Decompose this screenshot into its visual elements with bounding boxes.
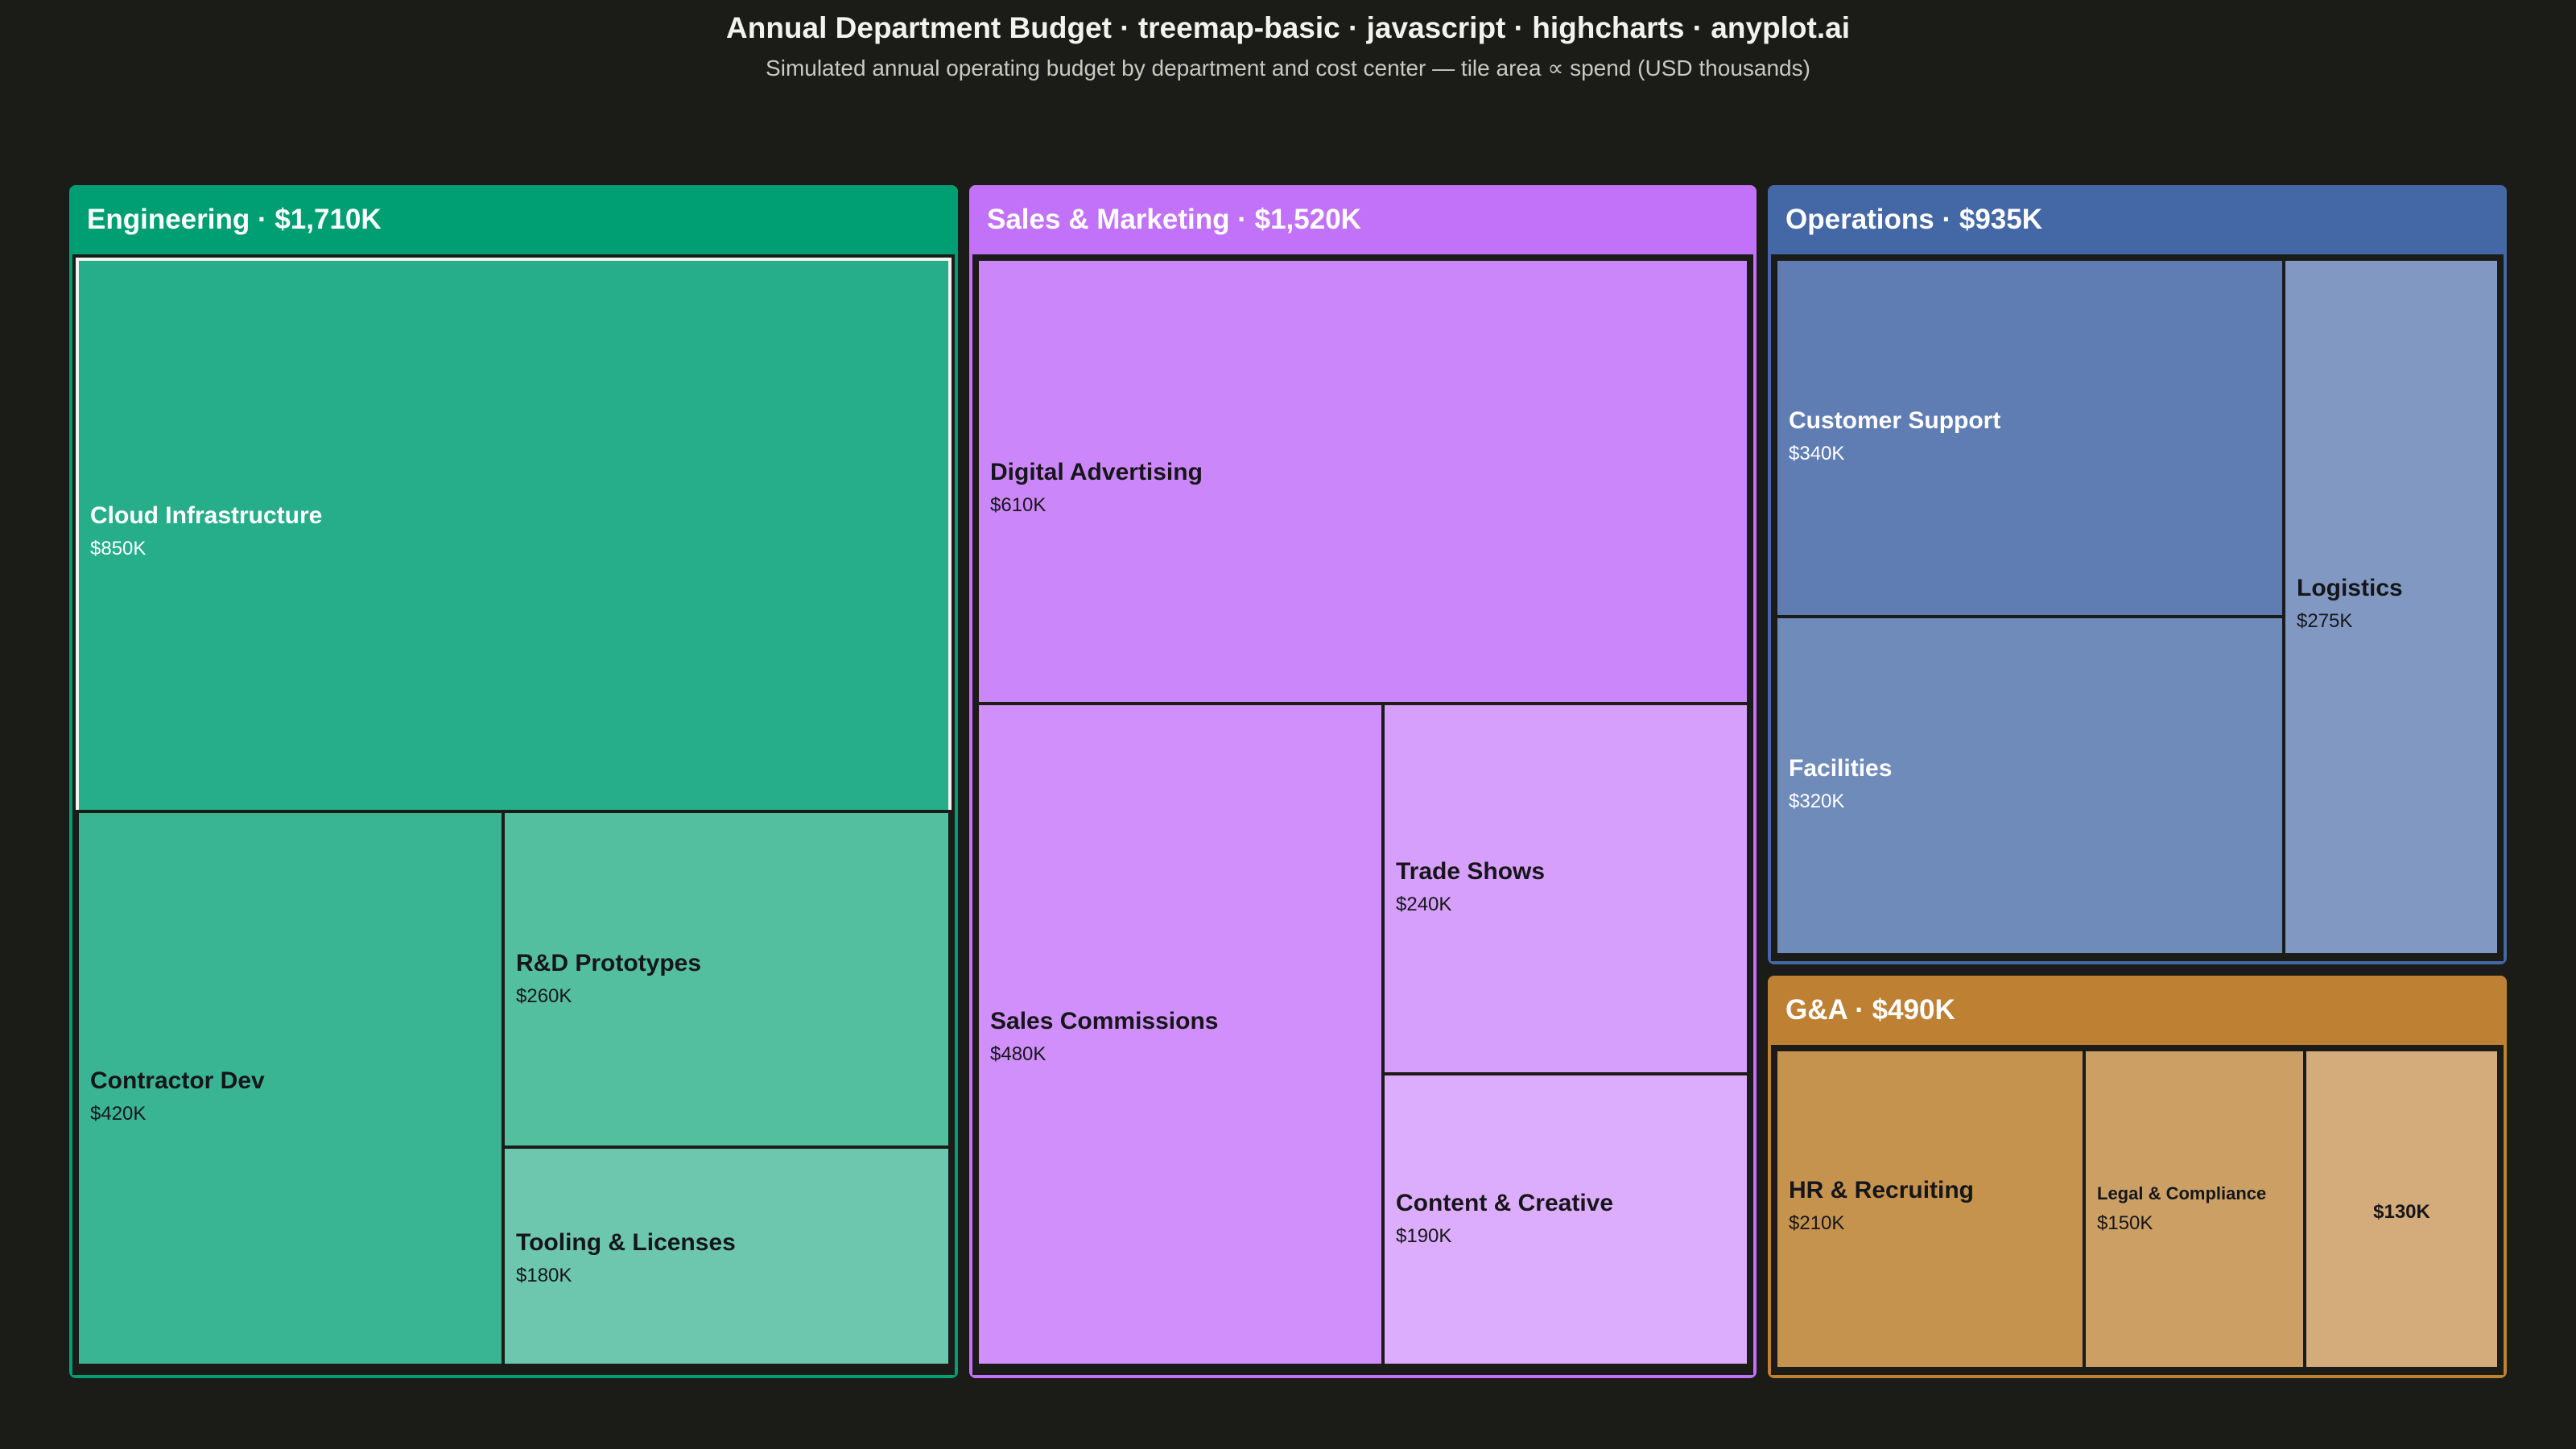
tile-value: $210K — [1789, 1212, 1845, 1234]
tile-name: Cloud Infrastructure — [90, 502, 323, 529]
tile-value: $420K — [90, 1103, 147, 1125]
tile-name: Contractor Dev — [90, 1067, 265, 1094]
tile-value: $480K — [990, 1043, 1046, 1065]
tile-ga-other[interactable]: $130K — [2303, 1048, 2500, 1370]
dept-ga[interactable]: G&A · $490K HR & Recruiting $210K Legal … — [1768, 976, 2507, 1378]
dept-engineering[interactable]: Engineering · $1,710K Cloud Infrastructu… — [69, 185, 958, 1378]
tile-value: $340K — [1789, 443, 1845, 464]
dept-sales-marketing-label: Sales & Marketing · $1,520K — [987, 204, 1361, 235]
tile-value: $610K — [990, 494, 1046, 516]
dept-operations-label: Operations · $935K — [1785, 204, 2042, 235]
tile-value: $130K — [2373, 1201, 2430, 1223]
tile-name: Content & Creative — [1396, 1190, 1614, 1216]
tile-trade-shows[interactable]: Trade Shows $240K — [1381, 702, 1750, 1075]
tile-digital-advertising[interactable]: Digital Advertising $610K — [976, 258, 1750, 705]
tile-name: Sales Commissions — [990, 1008, 1219, 1034]
tile-name: R&D Prototypes — [516, 950, 702, 976]
tile-contractor-dev[interactable]: Contractor Dev $420K — [76, 810, 505, 1367]
tile-name: Facilities — [1789, 755, 1893, 782]
tile-customer-support[interactable]: Customer Support $340K — [1774, 258, 2285, 618]
dept-engineering-header[interactable]: Engineering · $1,710K — [69, 185, 958, 254]
dept-ga-body: HR & Recruiting $210K Legal & Compliance… — [1771, 1045, 2504, 1375]
dept-operations-header[interactable]: Operations · $935K — [1768, 185, 2507, 254]
tile-name: Legal & Compliance — [2097, 1183, 2267, 1203]
tile-hr-recruiting[interactable]: HR & Recruiting $210K — [1774, 1048, 2086, 1370]
tile-value: $240K — [1396, 894, 1452, 915]
dept-sales-marketing-body: Digital Advertising $610K Sales Commissi… — [972, 254, 1753, 1375]
tile-name: Tooling & Licenses — [516, 1229, 736, 1256]
dept-ga-label: G&A · $490K — [1785, 994, 1955, 1026]
dept-operations[interactable]: Operations · $935K Customer Support $340… — [1768, 185, 2507, 964]
tile-value: $150K — [2097, 1212, 2153, 1234]
dept-sales-marketing-header[interactable]: Sales & Marketing · $1,520K — [969, 185, 1757, 254]
tile-name: Logistics — [2297, 575, 2403, 601]
tile-rd-prototypes[interactable]: R&D Prototypes $260K — [502, 810, 952, 1149]
tile-sales-commissions[interactable]: Sales Commissions $480K — [976, 702, 1385, 1367]
tile-tooling-licenses[interactable]: Tooling & Licenses $180K — [502, 1146, 952, 1367]
tile-value: $275K — [2297, 610, 2353, 632]
tile-value: $180K — [516, 1265, 572, 1286]
dept-engineering-label: Engineering · $1,710K — [87, 204, 382, 235]
tile-value: $320K — [1789, 791, 1845, 812]
tile-value: $260K — [516, 985, 572, 1007]
tile-value: $190K — [1396, 1225, 1452, 1247]
tile-name: HR & Recruiting — [1789, 1177, 1975, 1203]
tile-cloud-infrastructure[interactable]: Cloud Infrastructure $850K — [76, 258, 952, 813]
tile-facilities[interactable]: Facilities $320K — [1774, 615, 2285, 956]
dept-operations-body: Customer Support $340K Facilities $320K … — [1771, 254, 2504, 961]
tile-value: $850K — [90, 538, 147, 559]
dept-sales-marketing[interactable]: Sales & Marketing · $1,520K Digital Adve… — [969, 185, 1757, 1378]
tile-name: Digital Advertising — [990, 459, 1203, 485]
dept-engineering-body: Cloud Infrastructure $850K Contractor De… — [72, 254, 955, 1375]
tile-name: Trade Shows — [1396, 858, 1546, 885]
tile-legal-compliance[interactable]: Legal & Compliance $150K — [2083, 1048, 2306, 1370]
tile-name: Customer Support — [1789, 407, 2001, 434]
dept-ga-header[interactable]: G&A · $490K — [1768, 976, 2507, 1045]
chart-title: Annual Department Budget · treemap-basic… — [726, 11, 1850, 44]
chart-subtitle: Simulated annual operating budget by dep… — [766, 56, 1810, 80]
tile-content-creative[interactable]: Content & Creative $190K — [1381, 1072, 1750, 1367]
tile-logistics[interactable]: Logistics $275K — [2282, 258, 2500, 956]
